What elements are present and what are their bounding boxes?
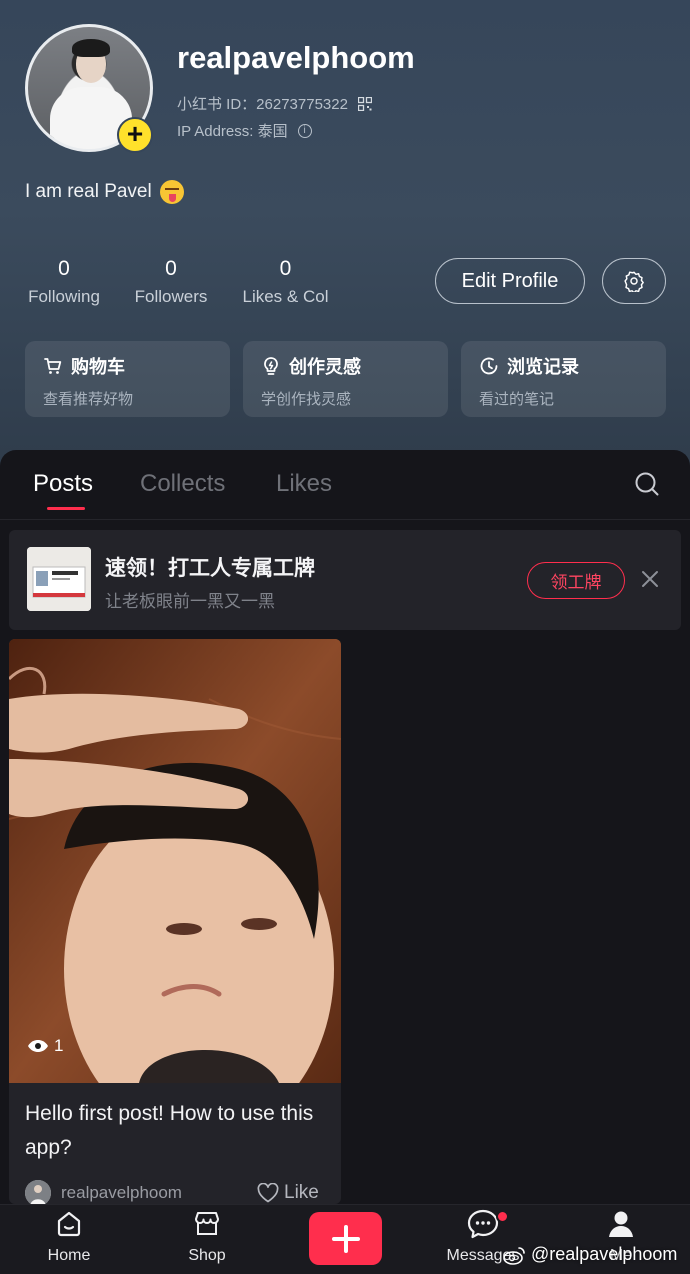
stat-value: 0	[165, 257, 177, 280]
user-id-line[interactable]: 小红书 ID：26273775322	[177, 93, 373, 114]
tab-likes[interactable]: Likes	[276, 470, 332, 498]
eye-icon	[28, 1040, 48, 1052]
nav-shop[interactable]: Shop	[162, 1208, 252, 1265]
tab-bar	[0, 450, 690, 520]
post-caption[interactable]: Hello first post! How to use this app?	[25, 1097, 325, 1165]
promo-subtitle: 让老板眼前一黑又一黑	[105, 592, 275, 611]
close-icon	[642, 571, 658, 587]
tab-collects[interactable]: Collects	[140, 470, 225, 498]
person-icon	[609, 1211, 633, 1237]
stat-value: 0	[279, 257, 292, 280]
stat-followers[interactable]: 0 Followers	[131, 257, 211, 307]
search-icon	[635, 472, 659, 496]
user-id-text: 小红书 ID：26273775322	[177, 96, 348, 113]
search-button[interactable]	[633, 470, 663, 500]
qr-code-icon[interactable]	[357, 96, 373, 111]
claim-badge-button[interactable]: 领工牌	[527, 562, 625, 599]
stat-likes-collects[interactable]: 0 Likes & Col	[238, 257, 333, 307]
avatar-hair-shape	[72, 39, 110, 57]
views-count: 1	[54, 1036, 64, 1055]
stat-following[interactable]: 0 Following	[25, 257, 103, 307]
card-title-row: 创作灵感	[261, 353, 430, 379]
post-card[interactable]: 1 Hello first post! How to use this app?…	[9, 639, 341, 1204]
lightbulb-icon	[264, 357, 278, 375]
card-title: 浏览记录	[507, 357, 579, 377]
tongue-emoji-icon	[159, 180, 184, 204]
edit-profile-button[interactable]: Edit Profile	[435, 258, 585, 304]
add-avatar-button[interactable]: +	[117, 117, 153, 153]
post-image[interactable]	[9, 639, 341, 1083]
plus-icon	[331, 1224, 360, 1253]
tab-posts[interactable]: Posts	[33, 470, 93, 498]
like-button[interactable]: Like	[257, 1182, 319, 1204]
card-title-row: 购物车	[43, 353, 212, 379]
bio: I am real Pavel	[25, 180, 184, 204]
clock-icon	[480, 357, 498, 375]
watermark-text: @realpavelphoom	[531, 1244, 678, 1264]
home-icon	[57, 1211, 81, 1237]
notification-dot	[496, 1210, 509, 1223]
nav-home[interactable]: Home	[24, 1208, 114, 1265]
bio-text: I am real Pavel	[25, 181, 152, 202]
stat-label: Followers	[134, 287, 208, 306]
card-shopping-cart[interactable]: 购物车 查看推荐好物	[25, 341, 230, 417]
active-tab-indicator	[47, 507, 85, 510]
gear-icon	[624, 271, 644, 292]
cart-icon	[44, 358, 62, 374]
card-subtitle: 看过的笔记	[479, 391, 555, 408]
shop-icon	[195, 1212, 219, 1235]
create-post-button[interactable]	[309, 1212, 382, 1265]
message-icon	[467, 1209, 499, 1239]
promo-title: 速领！打工人专属工牌	[105, 557, 315, 580]
ip-address-text: IP Address: 泰国	[177, 123, 288, 140]
like-label: Like	[284, 1182, 319, 1203]
settings-button[interactable]	[602, 258, 666, 304]
stat-label: Likes & Col	[242, 287, 329, 306]
card-title: 购物车	[71, 357, 125, 377]
card-subtitle: 查看推荐好物	[43, 391, 134, 408]
info-icon[interactable]: i	[297, 123, 312, 138]
card-inspiration[interactable]: 创作灵感 学创作找灵感	[243, 341, 448, 417]
nav-label: Shop	[188, 1247, 226, 1264]
promo-banner[interactable]: 速领！打工人专属工牌 让老板眼前一黑又一黑 领工牌	[9, 530, 681, 630]
card-title-row: 浏览记录	[479, 353, 648, 379]
nav-label: Home	[47, 1247, 91, 1264]
stat-label: Following	[28, 287, 100, 306]
username: realpavelphoom	[177, 40, 415, 75]
weibo-logo-icon	[503, 1246, 525, 1265]
heart-icon	[257, 1183, 279, 1203]
stat-value: 0	[58, 257, 70, 280]
close-promo-button[interactable]	[641, 570, 659, 588]
promo-thumbnail	[27, 547, 91, 611]
weibo-watermark: @realpavelphoom	[503, 1244, 677, 1265]
card-title: 创作灵感	[289, 357, 361, 377]
views-badge: 1	[27, 1036, 63, 1056]
post-author-avatar[interactable]	[25, 1180, 51, 1204]
card-history[interactable]: 浏览记录 看过的笔记	[461, 341, 666, 417]
post-author-name[interactable]: realpavelphoom	[61, 1183, 182, 1203]
card-subtitle: 学创作找灵感	[261, 391, 352, 408]
ip-address-line: IP Address: 泰国 i	[177, 120, 312, 141]
